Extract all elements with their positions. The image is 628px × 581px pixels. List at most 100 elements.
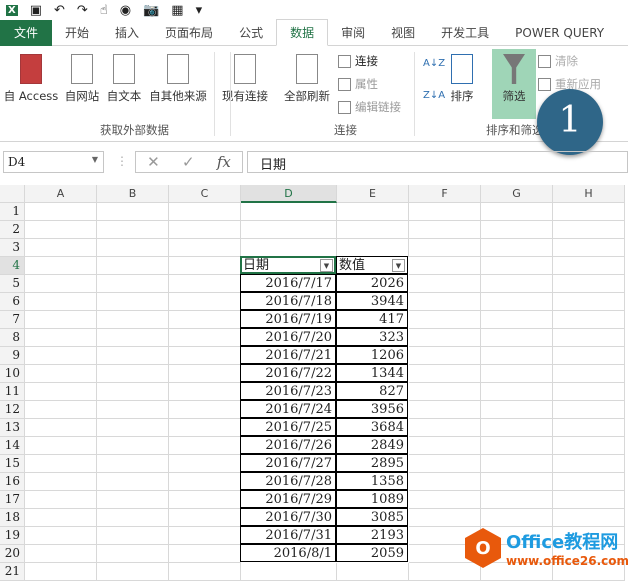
table-cell[interactable]: 1089 xyxy=(336,490,408,508)
cell[interactable] xyxy=(25,329,97,347)
cell[interactable] xyxy=(553,329,625,347)
cell[interactable] xyxy=(553,221,625,239)
cell[interactable] xyxy=(553,275,625,293)
edit-links-button[interactable]: 编辑链接 xyxy=(338,99,401,115)
tab-7[interactable]: 视图 xyxy=(378,20,428,46)
customize-icon[interactable]: ▾ xyxy=(196,3,203,18)
filter-button[interactable]: 筛选 xyxy=(492,49,536,119)
row-header-1[interactable]: 1 xyxy=(0,203,25,221)
properties-button[interactable]: 属性 xyxy=(338,76,378,92)
row-header-6[interactable]: 6 xyxy=(0,293,25,311)
cell[interactable] xyxy=(553,293,625,311)
cell[interactable] xyxy=(169,545,241,563)
tab-5[interactable]: 数据 xyxy=(276,19,329,46)
sort-button[interactable]: 排序 xyxy=(446,54,478,104)
clear-filter-button[interactable]: 清除 xyxy=(538,53,578,69)
cell[interactable] xyxy=(409,221,481,239)
table-cell[interactable]: 2016/7/26 xyxy=(240,436,336,454)
cell[interactable] xyxy=(25,257,97,275)
cell[interactable] xyxy=(97,455,169,473)
cell[interactable] xyxy=(169,455,241,473)
table-cell[interactable]: 827 xyxy=(336,382,408,400)
row-header-12[interactable]: 12 xyxy=(0,401,25,419)
cell[interactable] xyxy=(409,257,481,275)
cell[interactable] xyxy=(97,563,169,581)
table-header-cell[interactable]: 数值 ▼ xyxy=(336,256,408,274)
cell[interactable] xyxy=(409,509,481,527)
table-cell[interactable]: 2016/7/17 xyxy=(240,274,336,292)
row-header-16[interactable]: 16 xyxy=(0,473,25,491)
column-header-B[interactable]: B xyxy=(97,185,169,203)
cell[interactable] xyxy=(409,383,481,401)
cell[interactable] xyxy=(25,347,97,365)
row-header-3[interactable]: 3 xyxy=(0,239,25,257)
cell[interactable] xyxy=(481,293,553,311)
cell[interactable] xyxy=(97,491,169,509)
cell[interactable] xyxy=(481,311,553,329)
cell[interactable] xyxy=(481,221,553,239)
cell[interactable] xyxy=(481,437,553,455)
cell[interactable] xyxy=(169,563,241,581)
connections-button[interactable]: 连接 xyxy=(338,53,378,69)
cell[interactable] xyxy=(241,239,337,257)
cell[interactable] xyxy=(169,275,241,293)
cell[interactable] xyxy=(169,347,241,365)
table-cell[interactable]: 2016/7/23 xyxy=(240,382,336,400)
tab-0[interactable]: 文件 xyxy=(0,19,53,46)
cell[interactable] xyxy=(241,203,337,221)
save-icon[interactable]: ▣ xyxy=(30,3,42,18)
cell[interactable] xyxy=(97,401,169,419)
cell[interactable] xyxy=(169,329,241,347)
table-cell[interactable]: 2016/8/1 xyxy=(240,544,336,562)
table-cell[interactable]: 2059 xyxy=(336,544,408,562)
cell[interactable] xyxy=(481,239,553,257)
cell[interactable] xyxy=(97,545,169,563)
table-cell[interactable]: 323 xyxy=(336,328,408,346)
cell[interactable] xyxy=(169,383,241,401)
cell[interactable] xyxy=(169,401,241,419)
cell[interactable] xyxy=(97,293,169,311)
name-box[interactable]: D4 ▼ xyxy=(3,151,104,173)
table-cell[interactable]: 3684 xyxy=(336,418,408,436)
tab-4[interactable]: 公式 xyxy=(226,20,276,46)
cell[interactable] xyxy=(553,455,625,473)
table-cell[interactable]: 2016/7/30 xyxy=(240,508,336,526)
cell[interactable] xyxy=(97,347,169,365)
cell[interactable] xyxy=(337,203,409,221)
cell[interactable] xyxy=(481,383,553,401)
column-header-A[interactable]: A xyxy=(25,185,97,203)
cell[interactable] xyxy=(25,365,97,383)
tab-9[interactable]: POWER QUERY xyxy=(502,20,617,46)
cell[interactable] xyxy=(409,455,481,473)
table-cell[interactable]: 1344 xyxy=(336,364,408,382)
cell[interactable] xyxy=(97,257,169,275)
table-cell[interactable]: 2016/7/25 xyxy=(240,418,336,436)
cell[interactable] xyxy=(409,329,481,347)
column-header-G[interactable]: G xyxy=(481,185,553,203)
cell[interactable] xyxy=(553,509,625,527)
cell[interactable] xyxy=(169,509,241,527)
tab-3[interactable]: 页面布局 xyxy=(152,20,226,46)
cell[interactable] xyxy=(553,203,625,221)
cell[interactable] xyxy=(97,437,169,455)
cell[interactable] xyxy=(553,383,625,401)
excel-icon[interactable]: X xyxy=(6,4,18,16)
cell[interactable] xyxy=(97,275,169,293)
table-cell[interactable]: 2193 xyxy=(336,526,408,544)
cell[interactable] xyxy=(241,221,337,239)
row-header-11[interactable]: 11 xyxy=(0,383,25,401)
row-header-14[interactable]: 14 xyxy=(0,437,25,455)
tab-2[interactable]: 插入 xyxy=(102,20,152,46)
cell[interactable] xyxy=(25,239,97,257)
cell[interactable] xyxy=(25,473,97,491)
existing-connections-button[interactable]: 现有连接 xyxy=(218,54,272,104)
cell[interactable] xyxy=(25,311,97,329)
row-header-4[interactable]: 4 xyxy=(0,257,25,275)
refresh-all-button[interactable]: 全部刷新 xyxy=(280,54,334,104)
table-cell[interactable]: 2016/7/18 xyxy=(240,292,336,310)
cell[interactable] xyxy=(169,221,241,239)
row-header-8[interactable]: 8 xyxy=(0,329,25,347)
sort-az-button[interactable]: A↓Z xyxy=(423,58,445,69)
cell[interactable] xyxy=(97,509,169,527)
table-cell[interactable]: 2016/7/29 xyxy=(240,490,336,508)
